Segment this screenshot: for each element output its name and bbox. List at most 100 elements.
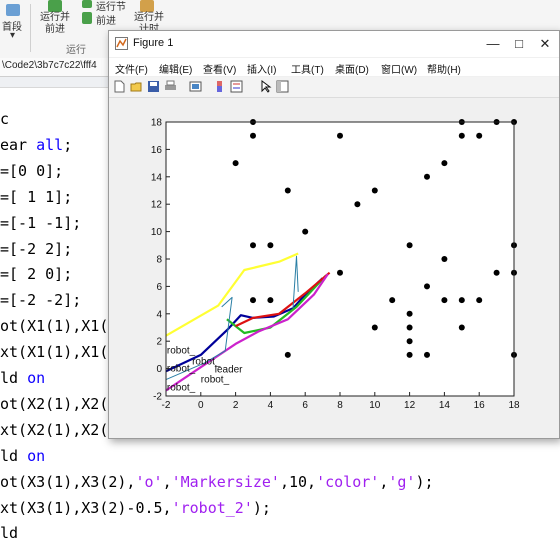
code-line[interactable]: ot(X1(1),X1(2 bbox=[0, 317, 117, 335]
code-line[interactable]: =[0 0]; bbox=[0, 162, 63, 180]
code-token: ld bbox=[0, 369, 28, 387]
open-file-icon[interactable] bbox=[130, 80, 143, 93]
data-point bbox=[354, 201, 361, 208]
code-token: 'Markersize' bbox=[171, 472, 280, 491]
data-point bbox=[406, 310, 413, 317]
code-line[interactable]: ld on bbox=[0, 447, 45, 465]
minimize-button[interactable]: — bbox=[479, 34, 507, 54]
code-line[interactable]: =[-1 -1]; bbox=[0, 214, 81, 232]
data-point bbox=[476, 132, 483, 139]
ribbon-divider bbox=[30, 4, 31, 52]
data-point bbox=[441, 160, 448, 167]
advance-button[interactable]: 前进 bbox=[96, 12, 116, 27]
data-point bbox=[406, 324, 413, 331]
menu-window[interactable]: 窗口(W) bbox=[381, 61, 417, 76]
data-point bbox=[458, 324, 465, 331]
code-token: ; bbox=[63, 135, 73, 154]
code-token: ); bbox=[252, 498, 271, 517]
data-point bbox=[371, 324, 378, 331]
data-point bbox=[493, 269, 500, 276]
run-advance-icon[interactable] bbox=[48, 0, 62, 12]
data-point bbox=[406, 338, 413, 345]
run-icon[interactable] bbox=[6, 4, 20, 16]
legend-icon[interactable] bbox=[230, 80, 243, 93]
code-token: 'robot_2' bbox=[171, 498, 253, 517]
code-token: 'color' bbox=[316, 472, 380, 491]
menu-tools[interactable]: 工具(T) bbox=[291, 61, 324, 76]
x-tick-label: 4 bbox=[268, 400, 274, 411]
menu-desktop[interactable]: 桌面(D) bbox=[335, 61, 369, 76]
data-point bbox=[389, 297, 396, 304]
menu-help[interactable]: 帮助(H) bbox=[427, 61, 461, 76]
figure-titlebar[interactable]: Figure 1 — □ ✕ bbox=[109, 31, 559, 57]
figure-window[interactable]: Figure 1 — □ ✕ 文件(F) 编辑(E) 查看(V) 插入(I) 工… bbox=[108, 30, 560, 439]
pointer-icon[interactable] bbox=[259, 80, 272, 93]
code-line[interactable]: =[ 2 0]; bbox=[0, 265, 72, 283]
code-line[interactable]: xt(X2(1),X2(2 bbox=[0, 421, 117, 439]
x-tick-label: -2 bbox=[162, 400, 171, 411]
property-icon[interactable] bbox=[276, 80, 289, 93]
data-point bbox=[371, 187, 378, 194]
code-line[interactable]: ot(X2(1),X2(2 bbox=[0, 395, 117, 413]
data-point bbox=[267, 297, 274, 304]
code-token: ot(X2(1),X2(2 bbox=[0, 394, 118, 413]
close-button[interactable]: ✕ bbox=[531, 34, 559, 54]
ribbon-group-label: 运行 bbox=[66, 45, 86, 56]
x-tick-label: 6 bbox=[302, 400, 308, 411]
data-point bbox=[424, 351, 430, 358]
code-line[interactable]: ld bbox=[0, 524, 18, 542]
code-token: =[-2 -2]; bbox=[0, 291, 82, 310]
code-line[interactable]: xt(X1(1),X1(2 bbox=[0, 343, 117, 361]
y-tick-label: -2 bbox=[153, 392, 162, 403]
code-token: c bbox=[0, 110, 10, 128]
ribbon-dropdown-icon[interactable]: ▾ bbox=[10, 30, 15, 41]
code-line[interactable]: c bbox=[0, 110, 9, 128]
new-figure-icon[interactable] bbox=[113, 80, 126, 93]
scatter-chart[interactable]: robot_robot_robot_ leaderrobot_robot_ -2 0… bbox=[109, 98, 559, 438]
code-token: , bbox=[162, 472, 172, 491]
code-line[interactable]: ld on bbox=[0, 369, 45, 387]
data-point bbox=[232, 160, 239, 167]
figure-canvas[interactable]: robot_ robot_ robot_ leader robot_ robot_ -2 0… bbox=[109, 98, 559, 438]
data-point bbox=[267, 242, 274, 249]
run-time-icon[interactable] bbox=[140, 0, 154, 12]
point-annotation-label: robot_ bbox=[167, 346, 196, 357]
y-tick-label: 0 bbox=[156, 364, 162, 375]
code-line[interactable]: ot(X3(1),X3(2),'o','Markersize',10,'colo… bbox=[0, 473, 434, 491]
data-point bbox=[441, 256, 448, 262]
print-icon[interactable] bbox=[164, 80, 177, 93]
menu-edit[interactable]: 编辑(E) bbox=[159, 61, 192, 76]
code-token: xt(X2(1),X2(2 bbox=[0, 420, 118, 439]
colorbar-icon[interactable] bbox=[213, 80, 226, 93]
code-line[interactable]: xt(X3(1),X3(2)-0.5,'robot_2'); bbox=[0, 499, 271, 517]
maximize-button[interactable]: □ bbox=[505, 34, 533, 54]
code-token: , bbox=[379, 472, 389, 491]
advance-icon[interactable] bbox=[82, 12, 92, 24]
point-annotation-label: robot_ bbox=[201, 374, 230, 385]
run-section-icon[interactable] bbox=[82, 0, 92, 8]
menu-file[interactable]: 文件(F) bbox=[115, 61, 148, 76]
run-advance-button[interactable]: 运行并 前进 bbox=[40, 12, 70, 36]
data-point bbox=[302, 228, 309, 235]
menu-view[interactable]: 查看(V) bbox=[203, 61, 236, 76]
code-token: ld bbox=[0, 446, 28, 465]
point-annotation-label: robot_ bbox=[167, 383, 196, 394]
x-tick-label: 8 bbox=[337, 400, 343, 411]
code-line[interactable]: =[ 1 1]; bbox=[0, 188, 72, 206]
link-icon[interactable] bbox=[189, 80, 202, 93]
code-line[interactable]: =[-2 2]; bbox=[0, 240, 72, 258]
code-line[interactable]: =[-2 -2]; bbox=[0, 291, 81, 309]
y-tick-label: 10 bbox=[151, 227, 163, 238]
y-tick-label: 14 bbox=[151, 172, 163, 183]
y-tick-label: 18 bbox=[151, 118, 163, 129]
run-section-button[interactable]: 运行节 bbox=[96, 0, 126, 13]
code-token: 'g' bbox=[388, 472, 416, 491]
figure-toolbar bbox=[109, 77, 559, 98]
figure-menubar: 文件(F) 编辑(E) 查看(V) 插入(I) 工具(T) 桌面(D) 窗口(W… bbox=[109, 58, 559, 76]
save-icon[interactable] bbox=[147, 80, 160, 93]
x-tick-label: 18 bbox=[508, 400, 520, 411]
data-point bbox=[424, 173, 430, 180]
code-line[interactable]: ear all; bbox=[0, 136, 72, 154]
menu-insert[interactable]: 插入(I) bbox=[247, 61, 276, 76]
x-tick-label: 12 bbox=[404, 400, 416, 411]
